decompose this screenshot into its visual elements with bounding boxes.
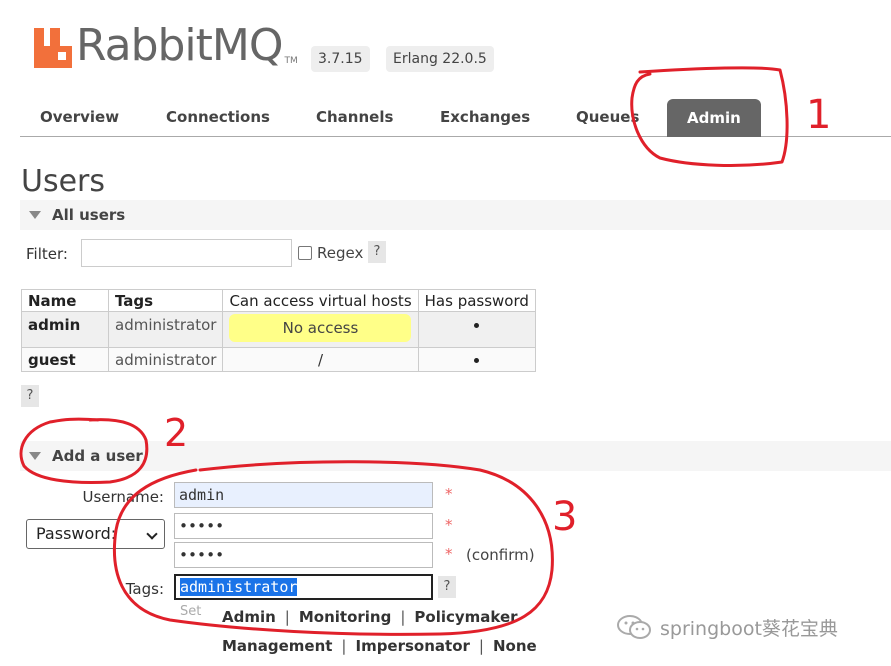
tab-channels[interactable]: Channels [296,97,413,137]
wechat-icon [617,615,651,639]
collapse-triangle-icon [29,211,41,219]
annotation-label-3: 3 [552,494,577,540]
required-mark: * [445,516,453,534]
all-users-title: All users [52,206,126,224]
separator: | [284,608,290,626]
add-user-title: Add a user [52,447,143,465]
watermark-text: springboot葵花宝典 [660,617,838,640]
separator: | [400,608,406,626]
tag-option-none[interactable]: None [493,637,537,655]
column-header-name[interactable]: Name [21,289,109,312]
tab-admin[interactable]: Admin [667,99,761,137]
tags-label: Tags: [125,580,164,598]
user-name-link[interactable]: admin [21,311,109,348]
filter-label: Filter: [26,245,68,263]
tag-option-monitoring[interactable]: Monitoring [299,608,391,626]
brand-name: RabbitMQ [76,20,283,71]
user-tags: administrator [107,347,224,372]
page-title: Users [21,164,106,199]
column-header-has-password[interactable]: Has password [417,289,536,312]
confirm-label: (confirm) [466,546,535,564]
username-input[interactable]: admin [174,482,433,508]
trademark: TM [284,56,298,66]
password-confirm-input[interactable]: ••••• [174,542,433,568]
regex-checkbox[interactable] [298,246,312,260]
table-help-button[interactable]: ? [21,385,39,407]
password-mode-select[interactable]: Password: [26,519,165,549]
tags-input-selected-text: administrator [180,578,298,596]
regex-label: Regex [317,244,364,262]
filter-input[interactable] [81,239,292,267]
required-mark: * [445,545,453,563]
table-row[interactable]: admin administrator No access [21,311,536,348]
username-label: Username: [82,488,164,506]
filter-help-button[interactable]: ? [368,241,386,263]
rabbitmq-logo: RabbitMQ TM [34,24,298,68]
tags-input[interactable]: administrator [174,574,433,600]
tab-queues[interactable]: Queues [556,97,659,137]
tab-connections[interactable]: Connections [146,97,290,137]
no-access-badge: No access [229,314,412,342]
password-input[interactable]: ••••• [174,513,433,539]
required-mark: * [445,485,453,503]
user-tags: administrator [107,311,224,348]
users-table: Name Tags Can access virtual hosts Has p… [21,289,536,372]
main-nav-tabs: Overview Connections Channels Exchanges … [20,97,891,137]
column-header-tags[interactable]: Tags [107,289,224,312]
collapse-triangle-icon [29,452,41,460]
set-label: Set [180,604,202,619]
all-users-section-header[interactable]: All users [20,200,891,230]
tag-options-row-1: Admin | Monitoring | Policymaker [222,608,518,626]
add-user-section-header[interactable]: Add a user [20,441,891,471]
watermark: springboot葵花宝典 [616,613,838,641]
tag-option-policymaker[interactable]: Policymaker [414,608,517,626]
tag-option-impersonator[interactable]: Impersonator [355,637,469,655]
has-password-dot [474,323,480,328]
tag-option-admin[interactable]: Admin [222,608,276,626]
rabbitmq-version-badge: 3.7.15 [311,46,370,72]
chevron-down-icon [146,528,158,540]
rabbit-logo-icon [34,28,72,68]
table-header-row: Name Tags Can access virtual hosts Has p… [21,289,536,312]
has-password-dot [474,357,480,363]
has-password-cell [417,347,536,372]
user-name-link[interactable]: guest [21,347,109,372]
tab-overview[interactable]: Overview [20,97,139,137]
table-row[interactable]: guest administrator / [21,347,536,372]
user-vhosts: No access [222,311,419,348]
separator: | [341,637,347,655]
column-header-vhosts[interactable]: Can access virtual hosts [222,289,419,312]
separator: | [478,637,484,655]
erlang-version-badge: Erlang 22.0.5 [386,46,494,72]
tags-help-button[interactable]: ? [438,576,456,598]
tag-options-row-2: Management | Impersonator | None [222,637,537,655]
user-vhosts: / [222,347,419,372]
password-mode-value: Password: [36,524,117,543]
tag-option-management[interactable]: Management [222,637,332,655]
has-password-cell [417,311,536,348]
tab-exchanges[interactable]: Exchanges [420,97,550,137]
